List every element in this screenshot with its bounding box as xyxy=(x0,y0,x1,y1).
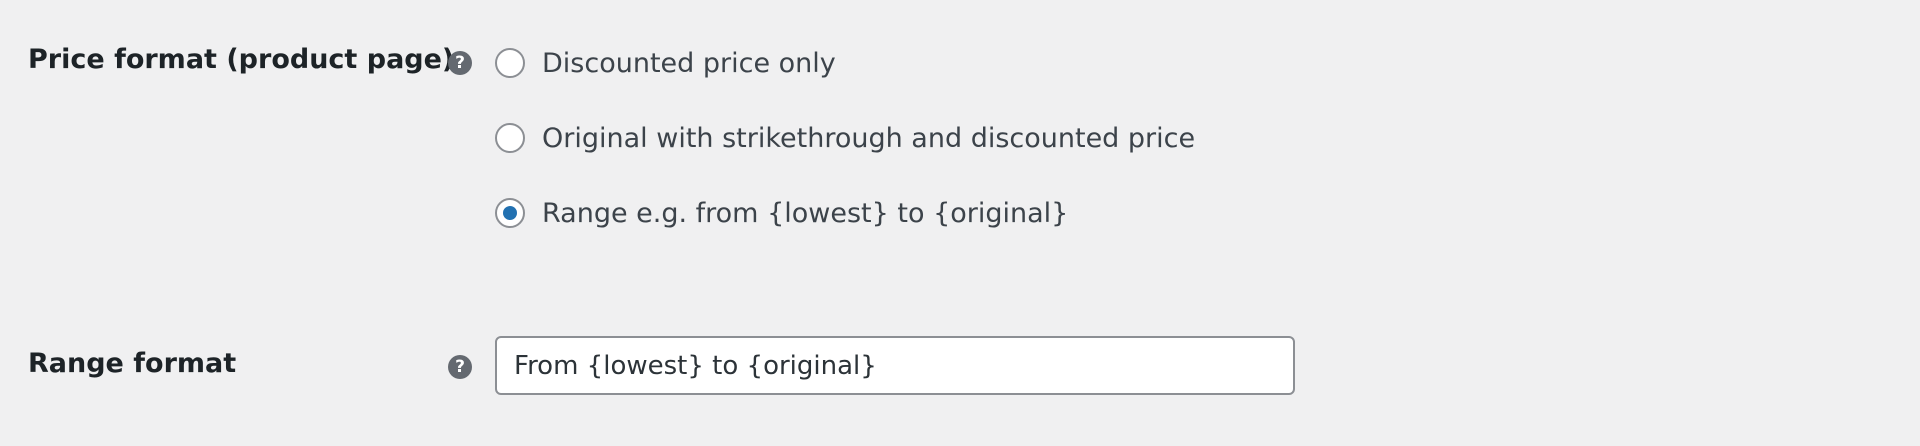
radio-selected-dot xyxy=(503,206,517,220)
radio-label: Range e.g. from {lowest} to {original} xyxy=(542,197,1069,229)
radio-label: Discounted price only xyxy=(542,47,836,79)
radio-button-checked[interactable] xyxy=(495,198,525,228)
price-format-label: Price format (product page) xyxy=(28,44,455,75)
range-format-input[interactable] xyxy=(495,336,1295,395)
question-mark-icon[interactable]: ? xyxy=(448,355,472,379)
radio-option-discounted-price-only[interactable]: Discounted price only xyxy=(495,46,836,80)
radio-button-unchecked[interactable] xyxy=(495,48,525,78)
radio-button-unchecked[interactable] xyxy=(495,123,525,153)
radio-option-original-with-strikethrough[interactable]: Original with strikethrough and discount… xyxy=(495,121,1195,155)
radio-option-range[interactable]: Range e.g. from {lowest} to {original} xyxy=(495,196,1068,230)
question-mark-icon[interactable]: ? xyxy=(448,51,472,75)
radio-label: Original with strikethrough and discount… xyxy=(542,122,1196,154)
range-format-label: Range format xyxy=(28,348,237,379)
